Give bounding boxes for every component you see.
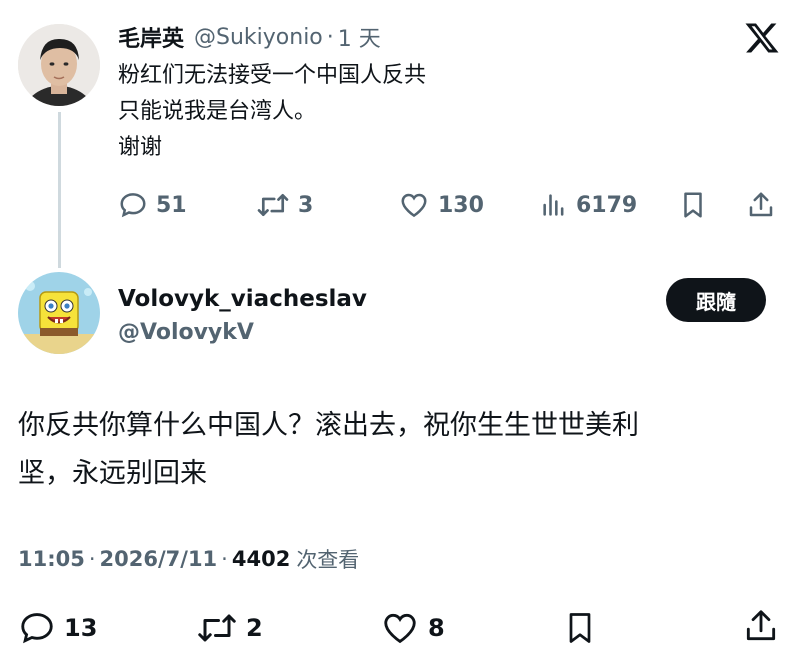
reply-reply-count: 13 [64, 614, 98, 642]
retweet-icon [198, 614, 236, 642]
parent-text-line: 谢谢 [118, 135, 163, 160]
reply-meta: 11:05 · 2026/7/11 · 4402 次查看 [18, 542, 359, 576]
separator-dot: · [88, 547, 96, 571]
parent-tweet-text: 粉红们无法接受一个中国人反共 只能说我是台湾人。 谢谢 [118, 58, 426, 166]
reply-handle[interactable]: @VolovykV [118, 316, 367, 350]
parent-text-line: 粉红们无法接受一个中国人反共 [118, 63, 427, 88]
parent-tweet-header: 毛岸英 @Sukiyonio · 1 天 [118, 20, 381, 54]
reply-tweet-text: 你反共你算什么中国人？滚出去，祝你生生世世美利 坚，永远别回来 [18, 402, 639, 498]
parent-retweet-button[interactable]: 3 [256, 188, 313, 222]
reply-icon [21, 613, 53, 644]
thread-connector-line [58, 112, 61, 268]
parent-views-button[interactable]: 6179 [540, 188, 637, 222]
retweet-icon [257, 193, 289, 217]
parent-view-count: 6179 [576, 192, 638, 218]
heart-icon [384, 613, 416, 644]
avatar-reply[interactable] [18, 272, 100, 354]
parent-share-button[interactable] [746, 188, 776, 222]
parent-timestamp[interactable]: 1 天 [338, 21, 381, 53]
parent-like-button[interactable]: 130 [398, 188, 484, 222]
share-icon [749, 192, 773, 217]
parent-text-line: 只能说我是台湾人。 [118, 99, 317, 124]
reply-like-button[interactable]: 8 [380, 608, 445, 648]
reply-tweet-header: Volovyk_viacheslav @VolovykV [118, 282, 367, 350]
parent-bookmark-button[interactable] [678, 188, 708, 222]
bookmark-icon [684, 192, 702, 218]
reply-share-button[interactable] [742, 606, 780, 646]
avatar-parent[interactable] [18, 24, 100, 106]
reply-retweet-button[interactable]: 2 [196, 608, 263, 648]
parent-retweet-count: 3 [298, 192, 314, 218]
reply-icon [120, 193, 146, 218]
parent-display-name[interactable]: 毛岸英 [118, 21, 184, 53]
parent-reply-count: 51 [156, 192, 187, 218]
reply-text-line: 你反共你算什么中国人？滚出去，祝你生生世世美利 [18, 410, 639, 441]
follow-button[interactable]: 跟隨 [666, 278, 766, 322]
reply-views-label: 次查看 [296, 548, 360, 572]
reply-retweet-count: 2 [246, 614, 263, 642]
bookmark-icon [569, 613, 591, 643]
views-icon [543, 194, 564, 216]
reply-view-count[interactable]: 4402 [232, 547, 290, 571]
reply-display-name[interactable]: Volovyk_viacheslav [118, 282, 367, 316]
parent-handle[interactable]: @Sukiyonio [194, 25, 323, 50]
heart-icon [401, 193, 427, 218]
share-icon [746, 610, 776, 641]
separator-dot: · [221, 547, 228, 571]
parent-like-count: 130 [438, 192, 484, 218]
parent-reply-button[interactable]: 51 [118, 188, 187, 222]
reply-reply-button[interactable]: 13 [18, 608, 97, 648]
reply-like-count: 8 [428, 614, 445, 642]
reply-date[interactable]: 2026/7/11 [100, 547, 218, 571]
reply-bookmark-button[interactable] [562, 608, 598, 648]
x-logo-icon[interactable] [744, 20, 780, 56]
separator-dot: · [326, 24, 334, 50]
reply-text-line: 坚，永远别回来 [18, 458, 207, 489]
reply-time[interactable]: 11:05 [18, 547, 85, 571]
